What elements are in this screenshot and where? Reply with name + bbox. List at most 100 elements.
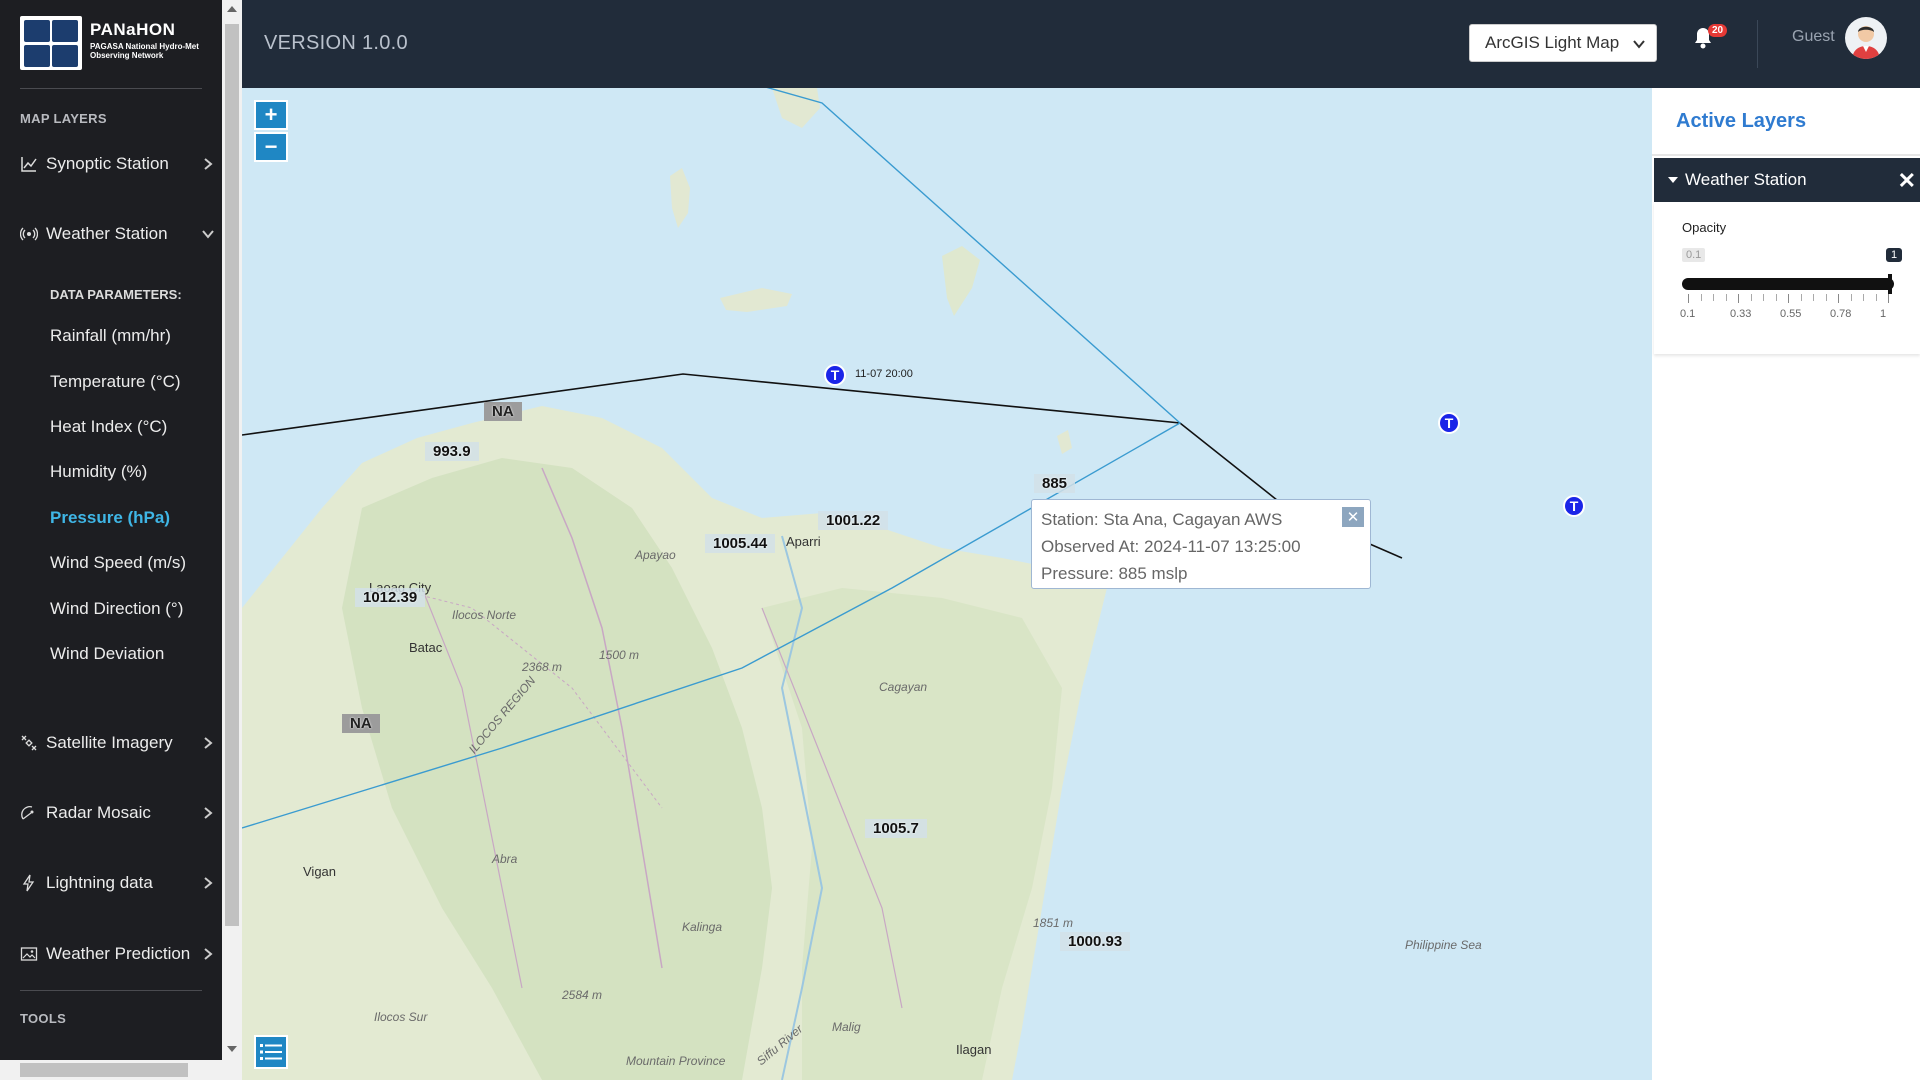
slider-tick bbox=[1825, 294, 1827, 301]
param-temperature[interactable]: Temperature (°C) bbox=[50, 372, 181, 392]
pressure-label[interactable]: 885 bbox=[1034, 474, 1076, 493]
storm-track-point[interactable]: T bbox=[1563, 495, 1585, 517]
slider-tick-label: 0.1 bbox=[1680, 308, 1696, 320]
param-humidity[interactable]: Humidity (%) bbox=[50, 462, 147, 482]
scrollbar-thumb[interactable] bbox=[225, 24, 239, 926]
slider-tick bbox=[1800, 294, 1802, 301]
pressure-label[interactable]: 993.9 bbox=[425, 442, 479, 461]
avatar[interactable] bbox=[1845, 17, 1887, 59]
chevron-right-icon bbox=[204, 158, 213, 170]
logo-badge bbox=[20, 16, 82, 70]
user-label[interactable]: Guest bbox=[1792, 28, 1835, 46]
basemap-selected-value: ArcGIS Light Map bbox=[1485, 33, 1620, 52]
sidebar-item-label: Weather Station bbox=[46, 224, 168, 243]
sidebar-item-label: Synoptic Station bbox=[46, 154, 169, 173]
storm-track-point[interactable]: T bbox=[1438, 412, 1460, 434]
storm-track-point[interactable]: T bbox=[824, 364, 846, 386]
slider-tick bbox=[1700, 294, 1702, 301]
sidebar-item-weather-prediction[interactable]: Weather Prediction bbox=[20, 939, 220, 969]
place-label: 2584 m bbox=[562, 988, 603, 1002]
map-layers-heading: MAP LAYERS bbox=[20, 111, 107, 126]
pressure-label[interactable]: 1005.7 bbox=[865, 819, 927, 838]
notification-count-badge: 20 bbox=[1708, 24, 1728, 37]
legend-button[interactable] bbox=[254, 1035, 288, 1069]
zoom-in-button[interactable]: + bbox=[254, 100, 288, 130]
slider-tick bbox=[1713, 294, 1714, 301]
layer-settings: Opacity 0.1 1 0.1 0.33 0.55 0.78 1 bbox=[1654, 202, 1920, 354]
scroll-up-arrow[interactable] bbox=[227, 6, 237, 12]
basemap-select[interactable]: ArcGIS Light Map bbox=[1469, 24, 1657, 62]
panel-title: Active Layers bbox=[1676, 110, 1807, 132]
pressure-label[interactable]: 1000.93 bbox=[1060, 932, 1131, 951]
slider-tick bbox=[1775, 294, 1777, 301]
scrollbar-thumb[interactable] bbox=[20, 1063, 188, 1077]
opacity-min-label: 0.1 bbox=[1682, 248, 1706, 262]
sidebar-item-label: Weather Prediction bbox=[46, 944, 191, 963]
data-parameters-heading: DATA PARAMETERS: bbox=[50, 287, 182, 302]
chevron-down-icon bbox=[1633, 40, 1645, 49]
place-label: Vigan bbox=[303, 864, 337, 879]
sidebar-item-label: Lightning data bbox=[46, 873, 153, 892]
sidebar-divider bbox=[20, 88, 202, 89]
slider-tick bbox=[1838, 294, 1839, 303]
list-icon bbox=[260, 1044, 282, 1060]
pressure-label[interactable]: NA bbox=[342, 714, 380, 733]
sidebar-item-weather-station[interactable]: Weather Station bbox=[20, 219, 220, 249]
param-pressure[interactable]: Pressure (hPa) bbox=[50, 508, 170, 528]
opacity-slider[interactable] bbox=[1682, 278, 1894, 290]
active-layers-panel: Active Layers Weather Station ✕ Opacity … bbox=[1652, 88, 1920, 1080]
param-wind-direction[interactable]: Wind Direction (°) bbox=[50, 599, 183, 619]
place-label: Mountain Province bbox=[626, 1054, 726, 1068]
logo: PANaHON PAGASA National Hydro-Met Observ… bbox=[20, 16, 202, 72]
slider-tick bbox=[1875, 294, 1877, 301]
slider-tick bbox=[1863, 294, 1864, 301]
param-wind-speed[interactable]: Wind Speed (m/s) bbox=[50, 553, 186, 573]
place-label: Kalinga bbox=[682, 920, 723, 934]
pressure-label[interactable]: 1005.44 bbox=[705, 534, 776, 553]
sidebar-item-radar-mosaic[interactable]: Radar Mosaic bbox=[20, 798, 220, 828]
place-label: Aparri bbox=[786, 534, 821, 549]
chevron-right-icon bbox=[204, 737, 213, 749]
sidebar-vertical-scrollbar[interactable] bbox=[222, 0, 242, 1080]
sidebar-item-satellite-imagery[interactable]: Satellite Imagery bbox=[20, 728, 220, 758]
place-label: Abra bbox=[492, 852, 518, 866]
caret-down-icon bbox=[1668, 177, 1678, 183]
broadcast-icon bbox=[20, 225, 38, 243]
slider-tick bbox=[1813, 294, 1814, 301]
remove-layer-button[interactable]: ✕ bbox=[1898, 168, 1916, 194]
layer-header-weather-station[interactable]: Weather Station ✕ bbox=[1654, 158, 1920, 202]
place-label: 2368 m bbox=[522, 660, 563, 674]
place-label: Philippine Sea bbox=[1405, 938, 1482, 952]
sidebar-item-lightning-data[interactable]: Lightning data bbox=[20, 868, 220, 898]
logo-subtitle: PAGASA National Hydro-Met Observing Netw… bbox=[90, 42, 199, 60]
param-heat-index[interactable]: Heat Index (°C) bbox=[50, 417, 167, 437]
radar-icon bbox=[20, 804, 38, 822]
popup-pressure: Pressure: 885 mslp bbox=[1041, 564, 1188, 583]
popup-close-button[interactable]: ✕ bbox=[1342, 507, 1364, 527]
slider-tick-label: 0.55 bbox=[1780, 308, 1802, 320]
tools-heading: TOOLS bbox=[20, 1011, 67, 1026]
param-wind-deviation[interactable]: Wind Deviation bbox=[50, 644, 164, 664]
map-canvas[interactable]: + − Laoag City Ilocos Norte Batac Aparri… bbox=[242, 88, 1652, 1080]
chevron-right-icon bbox=[204, 877, 213, 889]
logo-title: PANaHON bbox=[90, 20, 176, 39]
param-rainfall[interactable]: Rainfall (mm/hr) bbox=[50, 326, 171, 346]
sidebar-item-synoptic-station[interactable]: Synoptic Station bbox=[20, 149, 220, 179]
chevron-right-icon bbox=[204, 948, 213, 960]
slider-tick-label: 0.78 bbox=[1830, 308, 1852, 320]
station-popup: Station: Sta Ana, Cagayan AWS Observed A… bbox=[1031, 499, 1371, 589]
storm-track-time: 11-07 20:00 bbox=[855, 368, 913, 380]
opacity-slider-handle[interactable] bbox=[1888, 274, 1892, 294]
scroll-down-arrow[interactable] bbox=[227, 1046, 237, 1052]
slider-tick bbox=[1688, 294, 1689, 303]
pressure-label[interactable]: NA bbox=[484, 402, 522, 421]
pressure-label[interactable]: 1012.39 bbox=[355, 588, 426, 607]
slider-tick-label: 1 bbox=[1880, 308, 1887, 320]
pressure-label[interactable]: 1001.22 bbox=[818, 511, 889, 530]
sidebar-horizontal-scrollbar[interactable] bbox=[0, 1060, 222, 1080]
place-label: Ilagan bbox=[956, 1042, 992, 1057]
slider-tick bbox=[1738, 294, 1739, 303]
zoom-out-button[interactable]: − bbox=[254, 132, 288, 162]
notification-bell[interactable]: 20 bbox=[1692, 24, 1728, 54]
sidebar: PANaHON PAGASA National Hydro-Met Observ… bbox=[0, 0, 222, 1080]
